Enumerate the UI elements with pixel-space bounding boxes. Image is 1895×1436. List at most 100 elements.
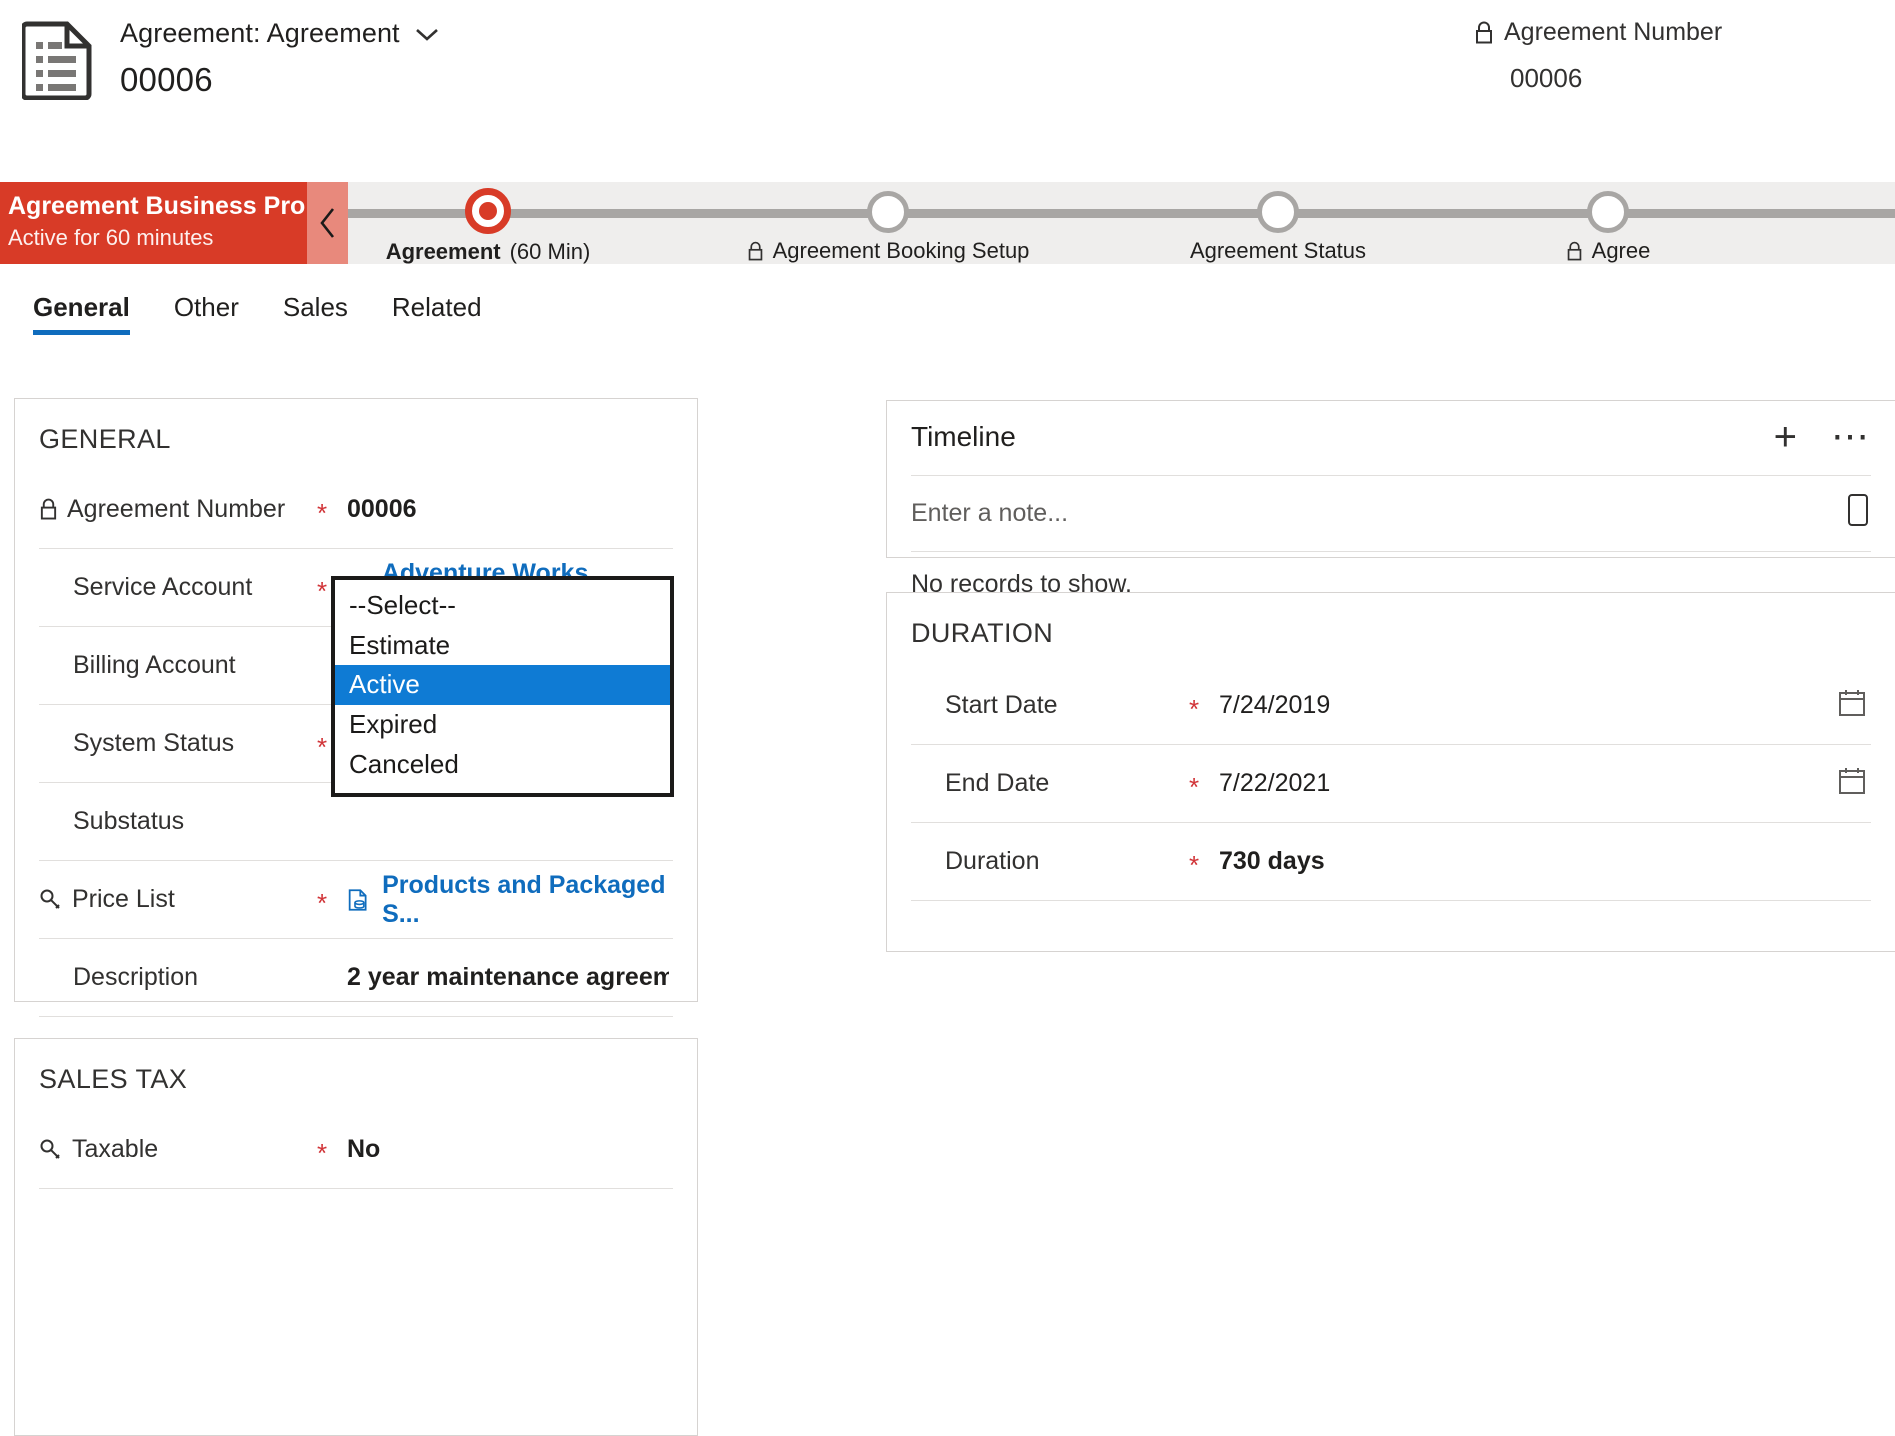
field-label-row: Price List [39, 885, 317, 914]
system-status-dropdown[interactable]: --Select-- Estimate Active Expired Cance… [331, 576, 674, 797]
dropdown-option-canceled[interactable]: Canceled [335, 745, 670, 785]
tab-related[interactable]: Related [375, 288, 499, 331]
duration-section: DURATION Start Date * 7/24/2019 End Date… [886, 592, 1895, 952]
tab-general[interactable]: General [16, 288, 147, 335]
field-value: 7/24/2019 [1219, 691, 1331, 719]
general-section-title: GENERAL [39, 424, 171, 454]
field-value-row[interactable]: Products and Packaged S... [347, 871, 673, 929]
record-type-row[interactable]: Agreement: Agreement [120, 18, 440, 49]
field-taxable[interactable]: Taxable * No [39, 1111, 673, 1189]
dropdown-option-expired[interactable]: Expired [335, 705, 670, 745]
pricelist-record-icon [348, 888, 367, 911]
bpf-stage-node [867, 191, 909, 233]
ellipsis-icon[interactable]: ⋯ [1831, 418, 1871, 456]
plus-icon[interactable]: + [1774, 417, 1797, 457]
field-label: Service Account [73, 573, 253, 601]
field-label: End Date [945, 769, 1050, 797]
timeline-actions: + ⋯ [1774, 417, 1871, 457]
record-titles: Agreement: Agreement 00006 [120, 18, 440, 99]
header-field-value: 00006 [1510, 63, 1583, 93]
field-agreement-number[interactable]: Agreement Number * 00006 [39, 471, 673, 549]
record-header: Agreement: Agreement 00006 Agreement Num… [0, 0, 1895, 130]
field-value: 00006 [347, 495, 417, 523]
duration-section-title: DURATION [911, 618, 1054, 648]
required-marker: * [1189, 693, 1200, 724]
field-end-date[interactable]: End Date * 7/22/2021 [911, 745, 1871, 823]
bpf-stage-label: Agreement Booking Setup [772, 238, 1030, 263]
lock-icon [40, 498, 57, 520]
header-field-label: Agreement Number [1504, 18, 1723, 46]
field-value: 730 days [1219, 847, 1325, 875]
bpf-stage-label: Agreement [385, 239, 501, 264]
field-label: Price List [72, 885, 175, 913]
form-tabs: General Other Sales Related [0, 288, 1895, 352]
bpf-stage-label: Agreement Status [1189, 238, 1367, 263]
bpf-stage-agreement[interactable]: Agreement (60 Min) [348, 182, 668, 264]
field-price-list[interactable]: Price List * Products and Packaged S... [39, 861, 673, 939]
chevron-down-icon[interactable] [414, 26, 440, 42]
business-process-flow: Agreement Business Pro... Active for 60 … [0, 182, 1895, 264]
general-section-header: GENERAL [15, 399, 697, 455]
calendar-icon[interactable] [1837, 688, 1867, 723]
key-icon [40, 889, 60, 909]
note-placeholder: Enter a note... [911, 499, 1069, 527]
bpf-stage-label-row: Agreement (60 Min) [348, 239, 668, 264]
header-agreement-number-field: Agreement Number 00006 [1474, 18, 1722, 94]
bpf-title: Agreement Business Pro... [8, 192, 327, 220]
tab-other[interactable]: Other [157, 288, 256, 331]
sales-tax-section-title: SALES TAX [39, 1064, 188, 1094]
bpf-stage-agreement-status[interactable]: Agreement Status [1078, 182, 1478, 264]
bpf-stage-track: Agreement (60 Min) Agreement Booking Set… [348, 182, 1895, 264]
bpf-stage-label-row: Agree [1458, 238, 1758, 264]
bpf-stage-agreement-booking-setup[interactable]: Agreement Booking Setup [678, 182, 1098, 264]
field-label: Start Date [945, 691, 1058, 719]
agreement-document-icon [22, 21, 92, 100]
required-marker [317, 819, 347, 825]
bpf-subtitle: Active for 60 minutes [8, 225, 214, 250]
bpf-collapse-button[interactable] [307, 182, 348, 264]
key-icon [40, 1139, 60, 1159]
bpf-stage-label: Agree [1591, 238, 1651, 263]
field-value: Products and Packaged S... [382, 870, 666, 928]
duration-section-header: DURATION [887, 593, 1895, 649]
tab-sales[interactable]: Sales [266, 288, 365, 331]
sales-tax-section: SALES TAX Taxable * No [14, 1038, 698, 1436]
field-label: Billing Account [73, 651, 236, 679]
field-label: Agreement Number [67, 495, 286, 523]
bpf-stage-node-active [465, 188, 511, 234]
lock-icon [1567, 241, 1581, 260]
field-label: System Status [73, 729, 235, 757]
bpf-stage-node [1587, 191, 1629, 233]
required-marker: * [317, 497, 328, 528]
dropdown-option-estimate[interactable]: Estimate [335, 626, 670, 666]
field-start-date[interactable]: Start Date * 7/24/2019 [911, 667, 1871, 745]
chevron-left-icon [319, 208, 334, 238]
field-label: Taxable [72, 1135, 159, 1163]
required-marker: * [317, 887, 328, 918]
field-label: Description [73, 963, 199, 991]
required-marker: * [317, 1137, 328, 1168]
bpf-title-block[interactable]: Agreement Business Pro... Active for 60 … [0, 182, 327, 264]
timeline-section: Timeline + ⋯ Enter a note... No records … [886, 400, 1895, 598]
calendar-icon[interactable] [1837, 766, 1867, 801]
sales-tax-section-header: SALES TAX [15, 1039, 697, 1095]
bpf-stage-label-row: Agreement Booking Setup [678, 238, 1098, 264]
field-description[interactable]: Description 2 year maintenance agreement [39, 939, 673, 1017]
field-value: No [347, 1135, 381, 1163]
field-duration[interactable]: Duration * 730 days [911, 823, 1871, 901]
field-label-row: Agreement Number [39, 495, 317, 524]
field-label: Duration [945, 847, 1040, 875]
field-label-row: Taxable [39, 1135, 317, 1164]
dropdown-option-select[interactable]: --Select-- [335, 586, 670, 626]
timeline-note-input-row[interactable]: Enter a note... [911, 475, 1871, 551]
timeline-header: Timeline + ⋯ [887, 401, 1895, 457]
lock-icon [748, 241, 762, 260]
dropdown-option-active[interactable]: Active [335, 665, 670, 706]
bpf-stage-agreement-next[interactable]: Agree [1458, 182, 1758, 264]
lock-icon [1476, 21, 1492, 43]
note-icon[interactable] [1845, 493, 1871, 534]
timeline-title: Timeline [911, 421, 1016, 452]
bpf-stage-label-row: Agreement Status [1078, 238, 1478, 264]
field-value: 2 year maintenance agreement [347, 963, 669, 991]
required-marker: * [1189, 771, 1200, 802]
